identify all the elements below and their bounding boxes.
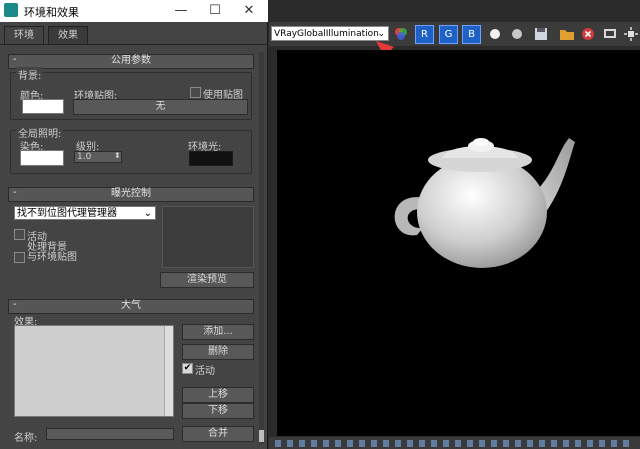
atmosphere-header[interactable]: - 大气 <box>8 299 254 314</box>
expand-icon[interactable] <box>623 26 639 42</box>
exposure-preview-box <box>162 206 254 268</box>
save-icon[interactable] <box>533 26 549 42</box>
env-map-button[interactable]: 无 <box>73 99 248 115</box>
environment-effects-dialog: 环境和效果 — ☐ ✕ 环境 效果 - 公用参数 背景: 颜色: 环境贴图: 使… <box>0 0 268 449</box>
effect-name-field[interactable] <box>46 428 174 440</box>
close-circle-icon[interactable] <box>580 26 596 42</box>
use-map-checkbox[interactable] <box>190 87 201 98</box>
maximize-button[interactable]: ☐ <box>198 0 232 22</box>
move-down-button[interactable]: 下移 <box>182 403 254 419</box>
collapse-icon: - <box>13 299 17 310</box>
dialog-titlebar: 环境和效果 — ☐ ✕ <box>0 0 268 22</box>
add-effect-button[interactable]: 添加... <box>182 324 254 340</box>
dialog-scrollbar-thumb[interactable] <box>259 430 264 442</box>
exposure-control-header[interactable]: - 曝光控制 <box>8 187 254 202</box>
move-up-button[interactable]: 上移 <box>182 387 254 403</box>
ambient-color-swatch[interactable] <box>189 151 233 166</box>
render-toolbar: VRayGlobalIllumination ⌄ R G B <box>269 22 640 46</box>
folder-icon[interactable] <box>559 26 575 42</box>
delete-effect-button[interactable]: 删除 <box>182 344 254 360</box>
exposure-active-label: 活动 <box>27 232 47 243</box>
blue-channel-button[interactable]: B <box>462 25 481 44</box>
app-icon <box>4 3 18 17</box>
tab-environment[interactable]: 环境 <box>4 26 44 45</box>
process-bg-checkbox[interactable] <box>14 252 25 263</box>
atmosphere-title: 大气 <box>121 300 141 311</box>
minimize-button[interactable]: — <box>164 0 198 22</box>
name-label: 名称: <box>14 433 38 444</box>
spinner-arrows-icon[interactable]: ⬍ <box>114 151 121 160</box>
background-group-label: 背景: <box>16 67 44 82</box>
process-bg-label: 处理背景 与环境贴图 <box>27 243 77 263</box>
process-bg-line2: 与环境贴图 <box>27 252 77 263</box>
dialog-title: 环境和效果 <box>24 6 79 19</box>
renderer-value: VRayGlobalIllumination <box>274 29 379 39</box>
exposure-control-title: 曝光控制 <box>111 188 151 199</box>
green-channel-button[interactable]: G <box>439 25 458 44</box>
tab-effects[interactable]: 效果 <box>48 26 88 45</box>
dialog-scrollbar[interactable] <box>259 52 264 444</box>
close-button[interactable]: ✕ <box>232 0 266 22</box>
level-value: 1.0 <box>77 152 92 162</box>
effects-list-scrollbar[interactable] <box>164 326 173 416</box>
effects-list[interactable] <box>14 325 174 417</box>
render-statusbar <box>269 437 640 449</box>
atmosphere-active-label: 活动 <box>195 366 215 377</box>
background-color-swatch[interactable] <box>22 99 64 114</box>
tint-color-swatch[interactable] <box>20 150 64 166</box>
teapot-render <box>394 138 575 268</box>
display-icon[interactable] <box>602 26 618 42</box>
tab-divider <box>0 44 268 45</box>
exposure-type-value: 找不到位图代理管理器 <box>17 208 117 219</box>
statusbar-icon-strip <box>275 440 635 447</box>
exposure-type-dropdown[interactable]: 找不到位图代理管理器 ⌄ <box>14 206 156 220</box>
chevron-down-icon: ⌄ <box>143 208 152 219</box>
atmosphere-active-checkbox[interactable]: ✔ <box>182 363 193 374</box>
render-viewport[interactable] <box>277 50 640 436</box>
white-dot-icon[interactable] <box>487 26 503 42</box>
common-params-title: 公用参数 <box>111 55 151 66</box>
exposure-active-checkbox[interactable] <box>14 229 25 240</box>
gray-dot-icon[interactable] <box>509 26 525 42</box>
common-params-header[interactable]: - 公用参数 <box>8 54 254 69</box>
merge-button[interactable]: 合并 <box>182 426 254 442</box>
collapse-icon: - <box>13 187 17 198</box>
render-preview-button[interactable]: 渲染预览 <box>160 272 254 288</box>
collapse-icon: - <box>13 54 17 65</box>
level-spinner[interactable]: 1.0 ⬍ <box>74 151 122 163</box>
